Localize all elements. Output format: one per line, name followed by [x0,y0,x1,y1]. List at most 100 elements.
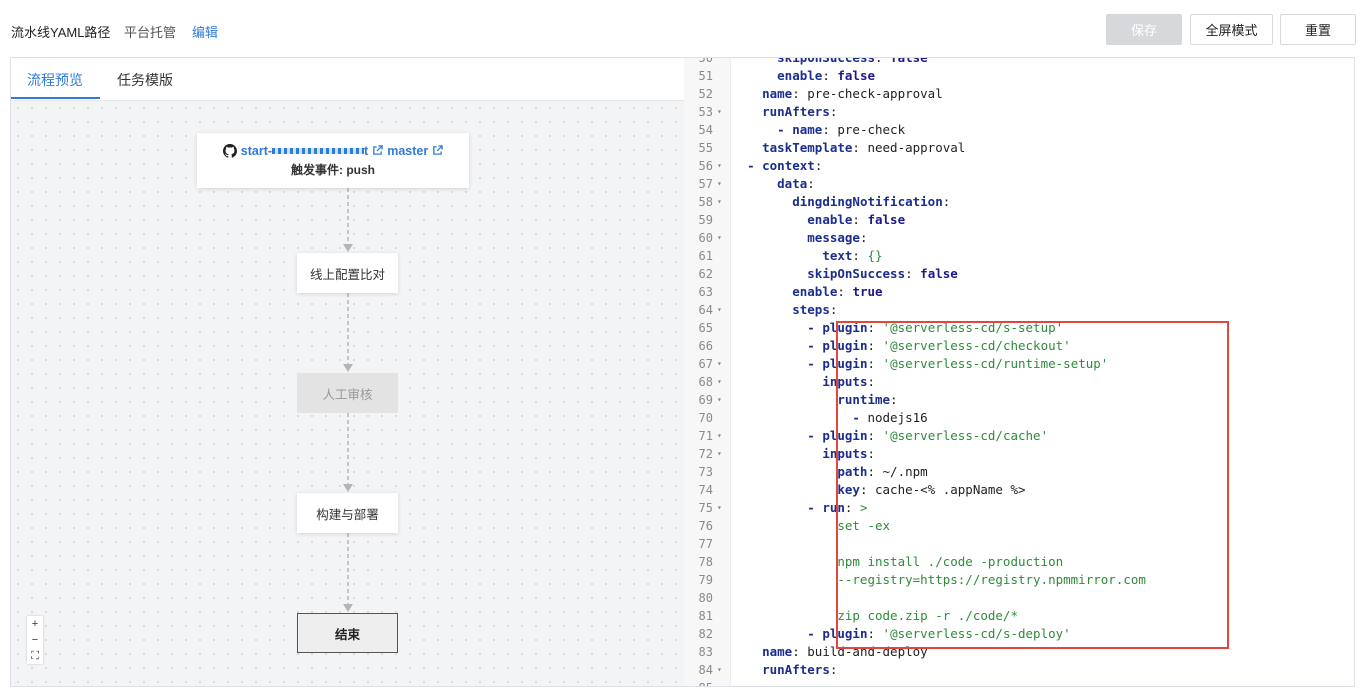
code-line[interactable]: 56 ▾ - context: [684,157,1354,175]
line-number: 59 [698,213,713,227]
branch-link[interactable]: master [387,144,428,158]
editor-panel: 流程预览 任务模版 start- t master 触发事件: push 线上配… [10,57,1355,687]
zoom-in-button[interactable]: + [27,616,43,632]
fold-chevron-icon[interactable]: ▾ [717,391,722,409]
zoom-out-button[interactable]: − [27,632,43,648]
code-line[interactable]: 70 - nodejs16 [684,409,1354,427]
fold-chevron-icon[interactable]: ▾ [717,103,722,121]
line-number: 79 [698,573,713,587]
line-number: 58 [698,195,713,209]
flow-canvas[interactable]: start-t master 触发事件: push 线上配置比对 人工审核 构建… [11,101,684,686]
flow-node-online-config-compare[interactable]: 线上配置比对 [297,253,398,293]
fold-chevron-icon[interactable]: ▾ [717,301,722,319]
code-text: npm install ./code -production [732,554,1064,569]
edit-link[interactable]: 编辑 [192,22,218,41]
code-line[interactable]: 83 name: build-and-deploy [684,643,1354,661]
reset-button[interactable]: 重置 [1280,14,1356,45]
code-text: runAfters: [762,662,838,677]
code-line[interactable]: 84 ▾ runAfters: [684,661,1354,679]
fold-chevron-icon[interactable]: ▾ [717,193,722,211]
line-number: 75 [698,501,713,515]
code-text: skipOnSuccess: false [732,58,928,67]
yaml-editor[interactable]: 50 skipOnSuccess: false51 enable: false5… [684,58,1354,686]
code-line[interactable]: 78 npm install ./code -production [684,553,1354,571]
code-line[interactable]: 51 enable: false [684,67,1354,85]
code-text: path: ~/.npm [837,464,928,479]
arrow-head [343,604,353,612]
code-text: inputs: [822,374,875,389]
flow-node-build-deploy[interactable]: 构建与部署 [297,493,398,533]
code-line[interactable]: 80 [684,589,1354,607]
line-number: 61 [698,249,713,263]
tab-task-template[interactable]: 任务模版 [117,70,173,90]
fold-chevron-icon[interactable]: ▾ [717,499,722,517]
code-line[interactable]: 61 text: {} [684,247,1354,265]
fold-chevron-icon[interactable]: ▾ [717,355,722,373]
code-line[interactable]: 73 path: ~/.npm [684,463,1354,481]
code-text: name: build-and-deploy [762,644,928,659]
line-number: 83 [698,645,713,659]
zoom-controls: + − ⛶ [27,616,43,664]
code-line[interactable]: 59 enable: false [684,211,1354,229]
line-number: 63 [698,285,713,299]
line-number: 53 [698,105,713,119]
fold-chevron-icon[interactable]: ▾ [717,229,722,247]
code-line[interactable]: 67 ▾ - plugin: '@serverless-cd/runtime-se… [684,355,1354,373]
code-line[interactable]: 68 ▾ inputs: [684,373,1354,391]
code-line[interactable]: 76 set -ex [684,517,1354,535]
code-line[interactable]: 79 --registry=https://registry.npmmirror… [684,571,1354,589]
code-line[interactable]: 53 ▾ runAfters: [684,103,1354,121]
code-line[interactable]: 57 ▾ data: [684,175,1354,193]
code-line[interactable]: 60 ▾ message: [684,229,1354,247]
line-number: 60 [698,231,713,245]
line-number: 84 [698,663,713,677]
code-line[interactable]: 74 key: cache-<% .appName %> [684,481,1354,499]
flow-node-end[interactable]: 结束 [297,613,398,653]
code-line[interactable]: 66 - plugin: '@serverless-cd/checkout' [684,337,1354,355]
fold-chevron-icon[interactable]: ▾ [717,427,722,445]
repo-link[interactable]: start-t [241,144,368,158]
save-button[interactable]: 保存 [1106,14,1182,45]
line-number: 76 [698,519,713,533]
pipeline-yaml-path-label: 流水线YAML路径 [11,25,111,40]
line-number: 51 [698,69,713,83]
external-link-icon[interactable] [432,145,443,156]
line-number: 73 [698,465,713,479]
code-line[interactable]: 54 - name: pre-check [684,121,1354,139]
code-area[interactable]: 50 skipOnSuccess: false51 enable: false5… [684,58,1354,686]
code-line[interactable]: 62 skipOnSuccess: false [684,265,1354,283]
external-link-icon[interactable] [372,145,383,156]
line-number: 70 [698,411,713,425]
redacted-repo-name [272,148,365,155]
code-line[interactable]: 52 name: pre-check-approval [684,85,1354,103]
fullscreen-button[interactable]: 全屏模式 [1190,14,1273,45]
code-line[interactable]: 55 taskTemplate: need-approval [684,139,1354,157]
code-text: - plugin: '@serverless-cd/s-deploy' [807,626,1071,641]
code-line[interactable]: 85 [684,679,1354,686]
tab-flow-preview[interactable]: 流程预览 [27,70,83,90]
fold-chevron-icon[interactable]: ▾ [717,445,722,463]
code-line[interactable]: 58 ▾ dingdingNotification: [684,193,1354,211]
fold-chevron-icon[interactable]: ▾ [717,157,722,175]
code-line[interactable]: 50 skipOnSuccess: false [684,58,1354,67]
code-line[interactable]: 81 zip code.zip -r ./code/* [684,607,1354,625]
code-text: - plugin: '@serverless-cd/runtime-setup' [807,356,1109,371]
flow-node-manual-review[interactable]: 人工审核 [297,373,398,413]
code-line[interactable]: 77 [684,535,1354,553]
trigger-node[interactable]: start-t master 触发事件: push [197,133,469,188]
code-line[interactable]: 72 ▾ inputs: [684,445,1354,463]
code-line[interactable]: 65 - plugin: '@serverless-cd/s-setup' [684,319,1354,337]
code-line[interactable]: 82 - plugin: '@serverless-cd/s-deploy' [684,625,1354,643]
fold-chevron-icon[interactable]: ▾ [717,661,722,679]
fit-view-button[interactable]: ⛶ [27,648,43,664]
line-number: 65 [698,321,713,335]
code-line[interactable]: 75 ▾ - run: > [684,499,1354,517]
code-line[interactable]: 63 enable: true [684,283,1354,301]
code-text: message: [807,230,868,245]
code-line[interactable]: 71 ▾ - plugin: '@serverless-cd/cache' [684,427,1354,445]
fold-chevron-icon[interactable]: ▾ [717,175,722,193]
code-line[interactable]: 69 ▾ runtime: [684,391,1354,409]
code-text: runtime: [837,392,898,407]
code-line[interactable]: 64 ▾ steps: [684,301,1354,319]
fold-chevron-icon[interactable]: ▾ [717,373,722,391]
